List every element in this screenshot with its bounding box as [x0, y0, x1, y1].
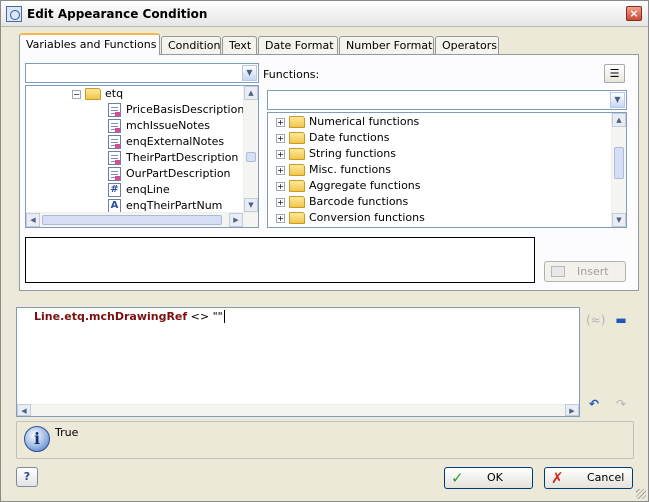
- result-text: True: [55, 426, 79, 439]
- function-description: [25, 237, 535, 283]
- insert-button: Insert: [544, 261, 626, 282]
- collapse-icon[interactable]: −: [72, 89, 81, 99]
- tab-number-format[interactable]: Number Format: [339, 36, 434, 54]
- text-icon: A: [108, 199, 121, 213]
- scroll-thumb[interactable]: [246, 152, 256, 162]
- scroll-left-icon[interactable]: ◀: [26, 213, 40, 227]
- folder-icon: [289, 196, 305, 208]
- tab-date-format[interactable]: Date Format: [258, 36, 338, 54]
- expand-icon[interactable]: +: [276, 133, 285, 143]
- expand-icon[interactable]: +: [276, 165, 285, 175]
- folder-icon: [289, 116, 305, 128]
- tab-condition[interactable]: Condition: [161, 36, 221, 54]
- dialog-window: Edit Appearance Condition × Variables an…: [0, 0, 649, 502]
- tab-text[interactable]: Text: [222, 36, 257, 54]
- folder-icon: [289, 180, 305, 192]
- undo-icon[interactable]: ↶: [586, 397, 602, 411]
- functions-tree[interactable]: + Numerical functions + Date functions + St…: [267, 112, 627, 228]
- folder-icon: [289, 164, 305, 176]
- resize-grip[interactable]: [636, 489, 646, 499]
- title-bar: Edit Appearance Condition ×: [1, 1, 648, 27]
- scroll-up-icon[interactable]: ▲: [612, 113, 626, 127]
- function-group[interactable]: + Aggregate functions: [276, 178, 421, 194]
- checkmark-icon: ✓: [451, 469, 464, 487]
- redo-icon: ↷: [615, 397, 627, 411]
- expand-icon[interactable]: +: [276, 117, 285, 127]
- cancel-button[interactable]: ✗ Cancel: [544, 467, 633, 489]
- tree-item[interactable]: enqExternalNotes: [108, 134, 224, 150]
- scroll-down-icon[interactable]: ▼: [244, 198, 258, 212]
- list-view-icon[interactable]: ☰: [604, 64, 625, 83]
- scroll-down-icon[interactable]: ▼: [612, 213, 626, 227]
- doc-icon: [108, 151, 121, 165]
- tree-item[interactable]: mchIssueNotes: [108, 118, 210, 134]
- cross-icon: ✗: [551, 469, 564, 487]
- function-group[interactable]: + Conversion functions: [276, 210, 425, 226]
- insert-icon: [551, 266, 565, 277]
- scroll-thumb[interactable]: [614, 147, 624, 179]
- tab-variables-and-functions[interactable]: Variables and Functions: [19, 33, 160, 55]
- function-group[interactable]: + Numerical functions: [276, 114, 419, 130]
- folder-icon: [289, 212, 305, 224]
- help-button[interactable]: ?: [16, 467, 38, 487]
- expand-icon[interactable]: +: [276, 213, 285, 223]
- folder-icon: [85, 88, 101, 100]
- functions-vertical-scrollbar[interactable]: ▲ ▼: [611, 113, 626, 227]
- tree-item[interactable]: OurPartDescription: [108, 166, 231, 182]
- scroll-up-icon[interactable]: ▲: [244, 86, 258, 100]
- scroll-right-icon[interactable]: ▶: [229, 213, 243, 227]
- doc-icon: [108, 135, 121, 149]
- tree-item[interactable]: TheirPartDescription: [108, 150, 238, 166]
- info-icon: i: [24, 426, 50, 452]
- scroll-left-icon[interactable]: ◀: [17, 404, 31, 416]
- tree-vertical-scrollbar[interactable]: ▲ ▼: [243, 86, 258, 212]
- function-group[interactable]: + Date functions: [276, 130, 389, 146]
- expression-text: Line.etq.mchDrawingRef <> "": [34, 310, 225, 323]
- tree-folder-etq[interactable]: − etq: [72, 86, 123, 102]
- folder-icon: [289, 148, 305, 160]
- expression-identifier: Line.etq.mchDrawingRef: [34, 310, 188, 323]
- window-title: Edit Appearance Condition: [27, 7, 208, 21]
- expression-operator: <> "": [187, 310, 223, 323]
- doc-icon: [108, 119, 121, 133]
- number-icon: #: [108, 183, 121, 197]
- expand-icon[interactable]: +: [276, 181, 285, 191]
- scroll-right-icon[interactable]: ▶: [565, 404, 579, 416]
- doc-icon: [108, 167, 121, 181]
- function-group[interactable]: + Misc. functions: [276, 162, 391, 178]
- tree-item[interactable]: # enqLine: [108, 182, 170, 198]
- scroll-thumb[interactable]: [42, 215, 222, 225]
- doc-icon: [108, 103, 121, 117]
- function-group[interactable]: + String functions: [276, 146, 396, 162]
- chevron-down-icon[interactable]: ▼: [242, 65, 257, 81]
- field-chooser-icon: (≈): [586, 313, 606, 327]
- tree-item[interactable]: PriceBasisDescription: [108, 102, 244, 118]
- expand-icon[interactable]: +: [276, 197, 285, 207]
- close-button[interactable]: ×: [626, 6, 642, 21]
- expression-editor[interactable]: Line.etq.mchDrawingRef <> "" ◀ ▶: [16, 307, 580, 417]
- folder-icon: [289, 132, 305, 144]
- expand-icon[interactable]: +: [276, 149, 285, 159]
- variables-combo[interactable]: ▼: [25, 63, 259, 83]
- functions-label: Functions:: [263, 68, 320, 81]
- app-icon: [6, 6, 22, 22]
- tab-operators[interactable]: Operators: [435, 36, 499, 54]
- variables-tree[interactable]: − etq PriceBasisDescription mchIssueNotes…: [25, 85, 259, 228]
- keyboard-icon[interactable]: ▬: [613, 313, 629, 327]
- functions-combo[interactable]: ▼: [267, 90, 627, 110]
- editor-horizontal-scrollbar[interactable]: ◀ ▶: [17, 404, 579, 416]
- chevron-down-icon[interactable]: ▼: [610, 92, 625, 108]
- evaluation-result: i True: [16, 421, 634, 459]
- tree-horizontal-scrollbar[interactable]: ◀ ▶: [26, 212, 258, 227]
- function-group[interactable]: + Barcode functions: [276, 194, 408, 210]
- ok-button[interactable]: ✓ OK: [444, 467, 533, 489]
